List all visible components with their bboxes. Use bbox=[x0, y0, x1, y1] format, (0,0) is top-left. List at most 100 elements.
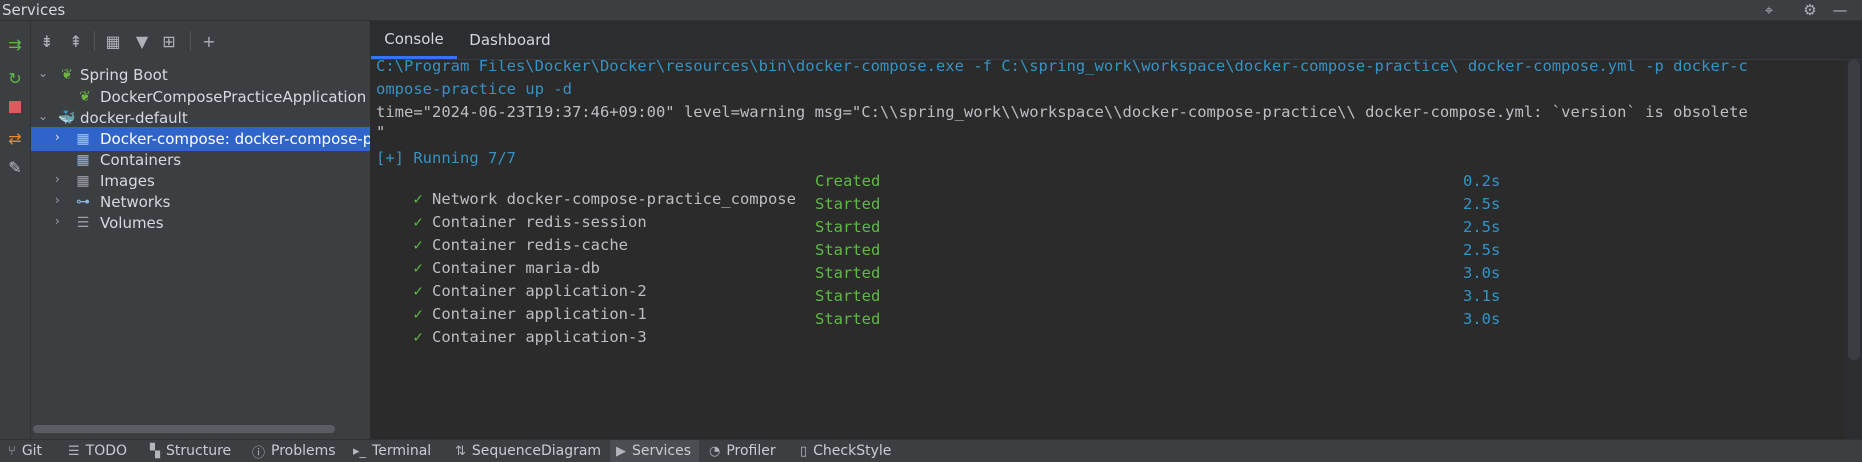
sequence-diagram-icon: ⇅ bbox=[455, 443, 466, 459]
horizontal-scrollbar[interactable] bbox=[33, 425, 335, 433]
spring-boot-icon: ❦ bbox=[61, 67, 73, 83]
tree-item-label: Images bbox=[100, 172, 155, 190]
tool-sequence-diagram[interactable]: ⇅ SequenceDiagram bbox=[455, 440, 601, 462]
result-duration: 2.5s bbox=[1463, 195, 1501, 213]
group-by-icon[interactable]: ▦ bbox=[101, 29, 125, 53]
chevron-right-icon[interactable]: › bbox=[55, 193, 69, 207]
result-name: Container application-3 bbox=[432, 328, 647, 346]
command-line-continued: ompose-practice up -d bbox=[376, 80, 572, 98]
result-duration: 2.5s bbox=[1463, 241, 1501, 259]
tool-label: Profiler bbox=[726, 443, 776, 459]
tree-item-volumes[interactable]: › ☰ Volumes bbox=[31, 211, 370, 235]
chevron-right-icon[interactable]: › bbox=[55, 172, 69, 186]
result-status: Created bbox=[815, 172, 881, 190]
volumes-icon: ☰ bbox=[76, 215, 90, 231]
tree-item-label: Docker-compose: docker-compose-pra bbox=[100, 130, 371, 148]
warning-line-continued: " bbox=[376, 123, 386, 141]
profiler-icon: ◔ bbox=[709, 443, 721, 459]
tool-git[interactable]: ⑂ Git bbox=[8, 440, 42, 462]
result-status: Started bbox=[815, 310, 881, 328]
rerun-icon[interactable]: ↻ bbox=[4, 67, 26, 89]
tool-label: Services bbox=[632, 443, 692, 459]
tool-label: Git bbox=[21, 443, 43, 459]
tool-label: Problems bbox=[271, 443, 336, 459]
result-duration: 3.0s bbox=[1463, 264, 1501, 282]
redeploy-icon[interactable]: ⇄ bbox=[4, 127, 26, 149]
tool-label: Structure bbox=[166, 443, 232, 459]
result-duration: 3.1s bbox=[1463, 287, 1501, 305]
tool-profiler[interactable]: ◔ Profiler bbox=[709, 440, 776, 462]
images-icon: ▦ bbox=[76, 173, 90, 189]
stop-icon[interactable] bbox=[4, 96, 26, 118]
services-tree-panel: ⇟ ⇞ ▦ ▼ ⊞ + ⌄ ❦ Spring Boot ❦ DockerComp… bbox=[31, 21, 371, 439]
services-detail-tabs: Console Dashboard bbox=[371, 21, 1862, 60]
checkstyle-icon: ▯ bbox=[800, 443, 808, 459]
result-duration: 0.2s bbox=[1463, 172, 1501, 190]
docker-icon: 🐳 bbox=[58, 110, 76, 126]
filter-icon[interactable]: ▼ bbox=[130, 29, 154, 53]
edit-configuration-icon[interactable]: ✎ bbox=[4, 156, 26, 178]
window-title: Services bbox=[2, 1, 66, 19]
terminal-icon: ▸_ bbox=[353, 443, 367, 459]
tool-structure[interactable]: ▚ Structure bbox=[150, 440, 231, 462]
networks-icon: ⊶ bbox=[76, 194, 90, 210]
chevron-right-icon[interactable]: › bbox=[55, 214, 69, 228]
result-duration: 3.0s bbox=[1463, 310, 1501, 328]
chevron-down-icon[interactable]: ⌄ bbox=[38, 66, 52, 80]
tool-todo[interactable]: ☰ TODO bbox=[68, 440, 127, 462]
tree-item-label: Spring Boot bbox=[80, 66, 168, 84]
minimize-icon[interactable]: — bbox=[1830, 0, 1850, 20]
expand-all-icon[interactable]: ⇟ bbox=[35, 29, 59, 53]
tool-label: Terminal bbox=[372, 443, 432, 459]
tool-services[interactable]: ▶ Services bbox=[610, 440, 700, 462]
gear-icon[interactable]: ⚙ bbox=[1800, 0, 1820, 20]
tree-item-label: Containers bbox=[100, 151, 182, 169]
tool-checkstyle[interactable]: ▯ CheckStyle bbox=[800, 440, 891, 462]
toolbar-separator bbox=[94, 31, 95, 51]
tool-terminal[interactable]: ▸_ Terminal bbox=[353, 440, 431, 462]
warning-line: time="2024-06-23T19:37:46+09:00" level=w… bbox=[376, 103, 1748, 121]
todo-icon: ☰ bbox=[68, 443, 80, 459]
git-icon: ⑂ bbox=[8, 443, 16, 459]
result-duration: 2.5s bbox=[1463, 218, 1501, 236]
result-status: Started bbox=[815, 195, 881, 213]
result-status: Started bbox=[815, 287, 881, 305]
command-line: C:\Program Files\Docker\Docker\resources… bbox=[376, 60, 1748, 75]
tool-window-bar: ⑂ Git ☰ TODO ▚ Structure ⓘ Problems ▸_ Termin… bbox=[0, 439, 1862, 462]
structure-icon: ▚ bbox=[150, 443, 160, 459]
check-icon: ✓ bbox=[413, 328, 423, 346]
result-row: ✓ Container application-3 bbox=[376, 310, 647, 364]
tool-label: CheckStyle bbox=[813, 443, 892, 459]
tab-console[interactable]: Console bbox=[371, 21, 457, 59]
result-status: Started bbox=[815, 241, 881, 259]
containers-icon: ▦ bbox=[76, 152, 90, 168]
console-output[interactable]: C:\Program Files\Docker\Docker\resources… bbox=[371, 60, 1845, 439]
services-action-toolbar: ⇉ ↻ ⇄ ✎ bbox=[0, 21, 31, 439]
tree-item-label: Volumes bbox=[100, 214, 164, 232]
vertical-scrollbar[interactable] bbox=[1848, 60, 1860, 360]
add-service-icon[interactable]: + bbox=[197, 29, 221, 53]
tree-item-label: docker-default bbox=[80, 109, 188, 127]
tree-item-spring-boot[interactable]: ⌄ ❦ Spring Boot bbox=[31, 63, 370, 87]
new-tab-icon[interactable]: ⊞ bbox=[157, 29, 181, 53]
tree-toolbar: ⇟ ⇞ ▦ ▼ ⊞ + bbox=[31, 21, 370, 59]
collapse-all-icon[interactable]: ⇞ bbox=[64, 29, 88, 53]
tab-dashboard[interactable]: Dashboard bbox=[463, 21, 557, 59]
tool-label: SequenceDiagram bbox=[471, 443, 602, 459]
result-status: Started bbox=[815, 218, 881, 236]
running-status: [+] Running 7/7 bbox=[376, 149, 516, 167]
problems-icon: ⓘ bbox=[252, 445, 266, 461]
compose-icon: ▦ bbox=[76, 131, 90, 147]
tree-item-label: DockerComposePracticeApplication bbox=[100, 88, 367, 106]
tool-label: TODO bbox=[85, 443, 128, 459]
result-status: Started bbox=[815, 264, 881, 282]
toolbar-separator bbox=[190, 31, 191, 51]
chevron-right-icon[interactable]: › bbox=[55, 130, 69, 144]
tool-problems[interactable]: ⓘ Problems bbox=[252, 440, 336, 462]
tree-item-label: Networks bbox=[100, 193, 171, 211]
spring-app-icon: ❦ bbox=[79, 89, 91, 105]
chevron-down-icon[interactable]: ⌄ bbox=[38, 109, 52, 123]
title-bar: Services ⌖ ⚙ — bbox=[0, 0, 1862, 21]
deploy-icon[interactable]: ⇉ bbox=[4, 33, 26, 55]
target-icon[interactable]: ⌖ bbox=[1759, 0, 1779, 20]
